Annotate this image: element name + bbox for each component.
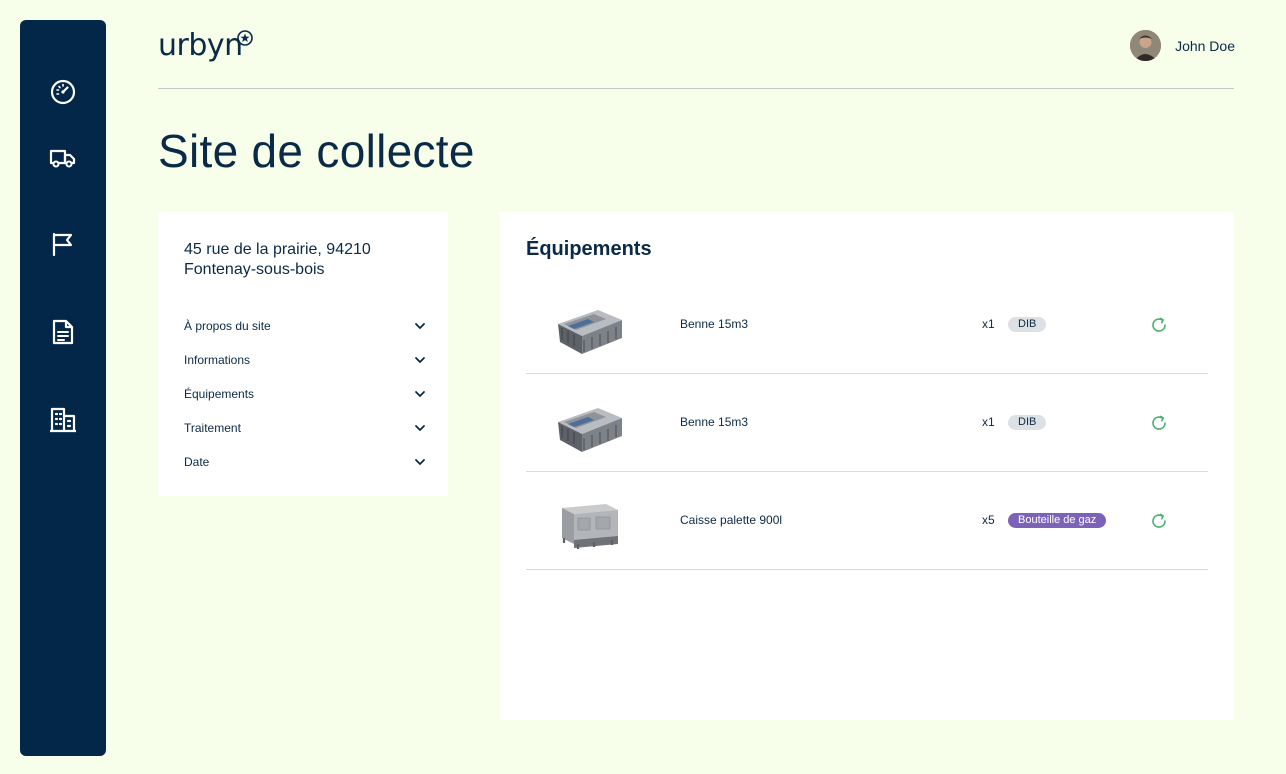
equipment-quantity: x1 <box>982 317 995 331</box>
sidebar <box>20 20 106 756</box>
waste-type-badge: DIB <box>1008 317 1047 332</box>
accordion-date[interactable]: Date <box>184 451 426 473</box>
equipment-quantity: x1 <box>982 415 995 429</box>
refresh-icon[interactable] <box>1150 316 1168 334</box>
chevron-down-icon <box>415 323 425 329</box>
user-name: John Doe <box>1175 37 1235 54</box>
equipment-row[interactable]: Benne 15m3 x1 DIB <box>526 374 1208 472</box>
dashboard-icon <box>50 79 76 105</box>
accordion-label: Équipements <box>184 387 255 401</box>
truck-icon <box>49 149 76 168</box>
address-line-1: 45 rue de la prairie, 94210 <box>184 241 371 258</box>
chevron-down-icon <box>415 425 425 431</box>
skip-container-image <box>558 310 622 354</box>
chevron-down-icon <box>415 357 425 363</box>
equipment-name: Benne 15m3 <box>680 317 749 331</box>
page-title: Site de collecte <box>158 125 475 177</box>
address-line-2: Fontenay-sous-bois <box>184 261 325 278</box>
accordion-informations[interactable]: Informations <box>184 349 426 371</box>
user-menu[interactable]: John Doe <box>1130 30 1235 61</box>
accordion-label: Date <box>184 455 210 469</box>
waste-type-badge: Bouteille de gaz <box>1008 513 1107 528</box>
accordion-label: À propos du site <box>184 319 271 333</box>
nav-reports[interactable] <box>20 219 106 269</box>
equipments-title: Équipements <box>526 238 652 260</box>
nav-documents[interactable] <box>20 307 106 357</box>
accordion-about[interactable]: À propos du site <box>184 315 426 337</box>
site-address: 45 rue de la prairie, 94210 Fontenay-sou… <box>184 240 371 280</box>
nav-dashboard[interactable] <box>20 67 106 117</box>
refresh-icon[interactable] <box>1150 512 1168 530</box>
refresh-icon[interactable] <box>1150 414 1168 432</box>
logo[interactable]: urbyn <box>158 28 243 63</box>
document-icon <box>52 319 74 345</box>
equipment-quantity: x5 <box>982 513 995 527</box>
header-divider <box>158 88 1234 89</box>
chevron-down-icon <box>415 459 425 465</box>
equipment-name: Benne 15m3 <box>680 415 749 429</box>
skip-container-image <box>558 408 622 452</box>
nav-collections[interactable] <box>20 133 106 183</box>
equipment-row[interactable]: Caisse palette 900l x5 Bouteille de gaz <box>526 472 1208 570</box>
avatar <box>1130 30 1162 61</box>
accordion-treatment[interactable]: Traitement <box>184 417 426 439</box>
equipment-row[interactable]: Benne 15m3 x1 DIB <box>526 276 1208 374</box>
logo-star-icon <box>237 30 253 46</box>
equipment-name: Caisse palette 900l <box>680 513 783 527</box>
pallet-box-image <box>562 504 618 549</box>
accordion-label: Traitement <box>184 421 241 435</box>
site-info-card: 45 rue de la prairie, 94210 Fontenay-sou… <box>158 212 448 496</box>
chevron-down-icon <box>415 391 425 397</box>
accordion-equipments[interactable]: Équipements <box>184 383 426 405</box>
waste-type-badge: DIB <box>1008 415 1047 430</box>
building-icon <box>50 407 76 433</box>
accordion-label: Informations <box>184 353 251 367</box>
flag-icon <box>52 232 73 257</box>
nav-sites[interactable] <box>20 395 106 445</box>
equipments-card: Équipements Benne 15m3 x1 DIB Benne 15m3… <box>500 212 1234 720</box>
